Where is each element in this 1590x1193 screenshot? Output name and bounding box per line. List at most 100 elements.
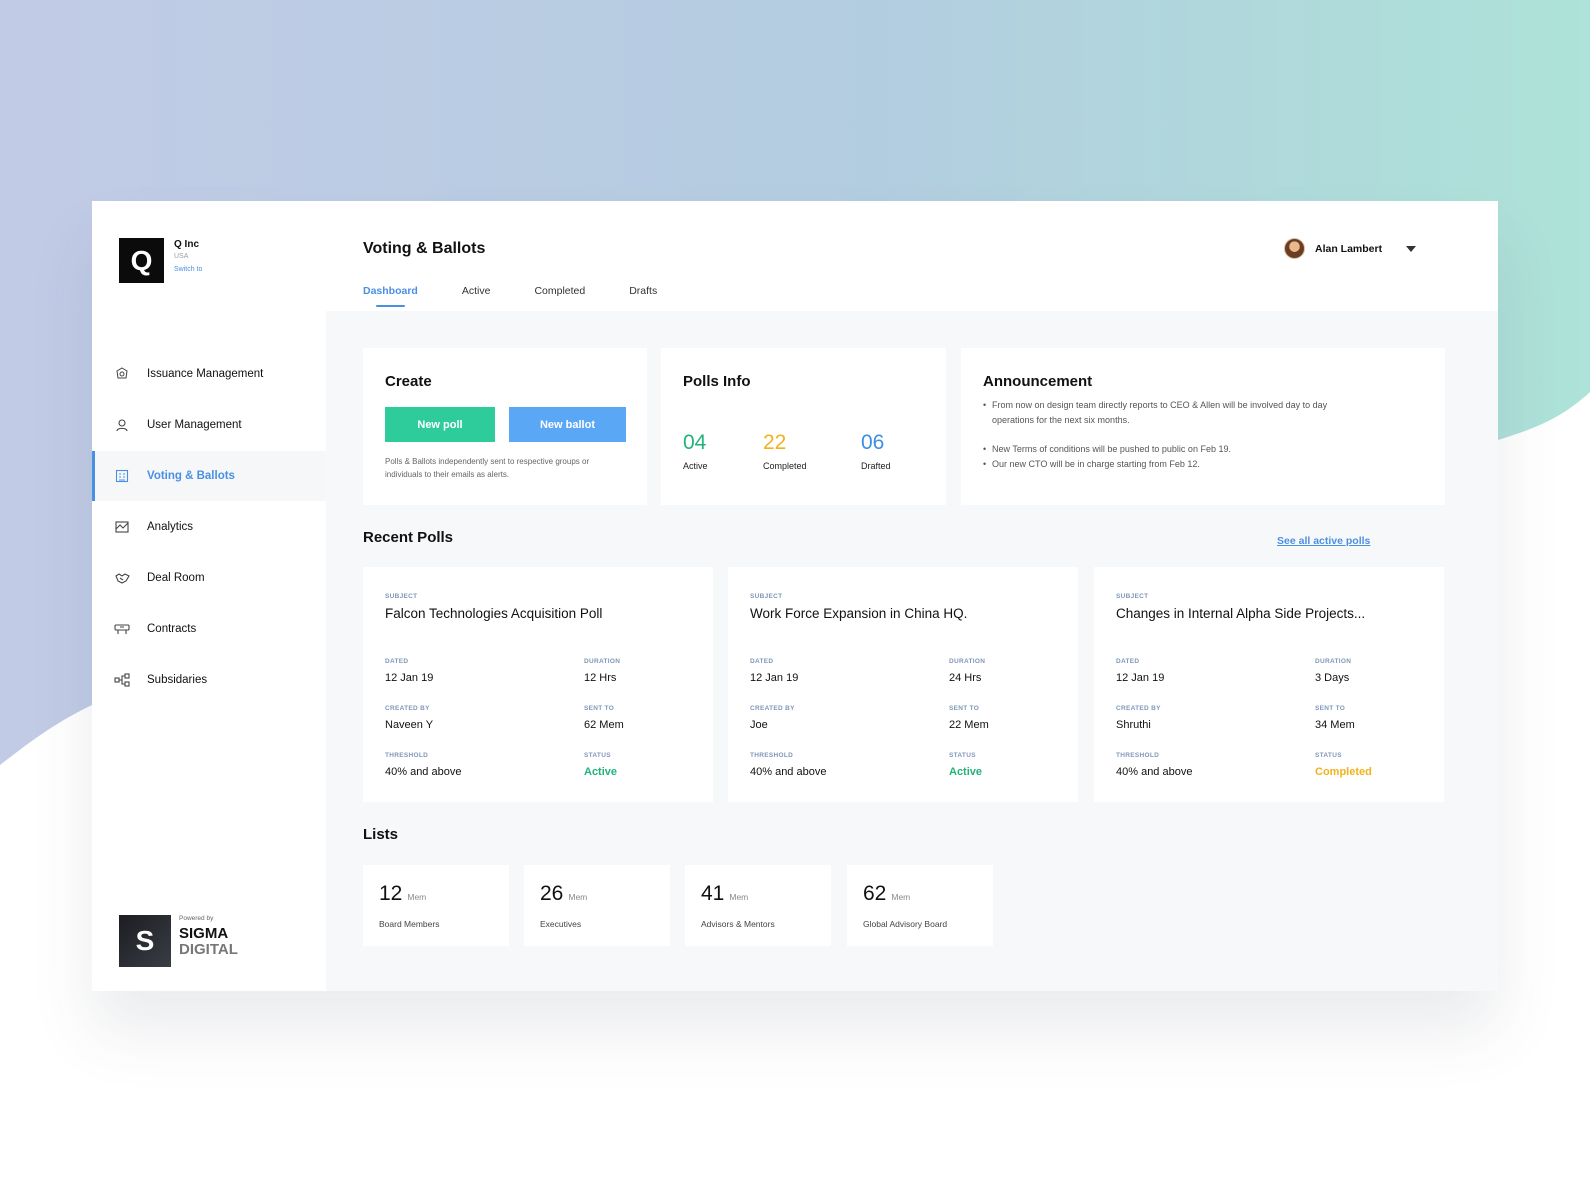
- org-switcher: Q Q Inc USA Switch to: [119, 238, 202, 283]
- stat-active: 04 Active: [683, 431, 708, 471]
- tab-completed[interactable]: Completed: [534, 285, 585, 307]
- announcement-item: New Terms of conditions will be pushed t…: [983, 442, 1343, 457]
- sidebar-item-label: Voting & Ballots: [147, 470, 235, 482]
- lists-title: Lists: [363, 826, 399, 843]
- poll-status: STATUS Completed: [1315, 752, 1372, 778]
- new-ballot-button[interactable]: New ballot: [509, 407, 626, 442]
- sidebar-item-deal-room[interactable]: Deal Room: [92, 553, 326, 603]
- sent-to-value: 62 Mem: [584, 719, 624, 731]
- sent-to-label: SENT TO: [1315, 705, 1346, 712]
- poll-dated: DATED 12 Jan 19: [1116, 658, 1164, 684]
- duration-value: 24 Hrs: [949, 672, 982, 684]
- poll-sent-to: SENT TO 34 Mem: [1315, 705, 1355, 731]
- list-label: Executives: [540, 919, 582, 929]
- poll-card[interactable]: SUBJECT Changes in Internal Alpha Side P…: [1094, 567, 1444, 802]
- list-card-board-members[interactable]: 12 Mem Board Members: [363, 865, 509, 946]
- sidebar-item-label: Deal Room: [147, 572, 205, 584]
- poll-status: STATUS Active: [584, 752, 617, 778]
- poll-threshold: THRESHOLD 40% and above: [385, 752, 461, 778]
- created-by-value: Shruthi: [1116, 719, 1151, 731]
- list-count: 41: [701, 882, 725, 905]
- list-card-executives[interactable]: 26 Mem Executives: [524, 865, 670, 946]
- polls-info-title: Polls Info: [683, 373, 751, 390]
- user-icon: [114, 417, 130, 433]
- sent-to-label: SENT TO: [949, 705, 980, 712]
- poll-subject: SUBJECT Work Force Expansion in China HQ…: [750, 593, 967, 621]
- created-by-label: CREATED BY: [385, 705, 430, 712]
- digital-wordmark: DIGITAL: [179, 941, 238, 958]
- user-menu[interactable]: Alan Lambert: [1284, 238, 1417, 259]
- announcement-item: Our new CTO will be in charge starting f…: [983, 457, 1343, 472]
- polls-info-card: Polls Info 04 Active 22 Completed 06 Dra…: [661, 348, 946, 505]
- poll-card[interactable]: SUBJECT Falcon Technologies Acquisition …: [363, 567, 713, 802]
- poll-status: STATUS Active: [949, 752, 982, 778]
- list-count: 12: [379, 882, 403, 905]
- subject-value: Falcon Technologies Acquisition Poll: [385, 606, 603, 621]
- hierarchy-icon: [114, 672, 130, 688]
- see-all-active-polls-link[interactable]: See all active polls: [1277, 535, 1370, 547]
- threshold-value: 40% and above: [385, 766, 462, 778]
- poll-sent-to: SENT TO 22 Mem: [949, 705, 989, 731]
- tab-drafts[interactable]: Drafts: [629, 285, 657, 307]
- created-by-value: Joe: [750, 719, 768, 731]
- sigma-wordmark: SIGMA: [179, 925, 229, 942]
- dated-label: DATED: [385, 658, 409, 665]
- top-bar: Voting & Ballots Alan Lambert Dashboard …: [326, 201, 1498, 311]
- status-badge: Active: [584, 766, 618, 778]
- status-label: STATUS: [949, 752, 976, 759]
- sent-to-value: 34 Mem: [1315, 719, 1355, 731]
- duration-value: 12 Hrs: [584, 672, 617, 684]
- poll-dated: DATED 12 Jan 19: [750, 658, 798, 684]
- dated-value: 12 Jan 19: [750, 672, 799, 684]
- sidebar-item-issuance-management[interactable]: Issuance Management: [92, 349, 326, 399]
- announcement-list: From now on design team directly reports…: [983, 398, 1343, 472]
- sidebar: Q Q Inc USA Switch to Issuance Managemen…: [92, 201, 326, 991]
- sidebar-item-user-management[interactable]: User Management: [92, 400, 326, 450]
- duration-label: DURATION: [949, 658, 986, 665]
- tab-dashboard[interactable]: Dashboard: [363, 285, 418, 307]
- coins-icon: [114, 366, 130, 382]
- new-poll-button[interactable]: New poll: [385, 407, 495, 442]
- threshold-value: 40% and above: [1116, 766, 1193, 778]
- sidebar-item-subsidaries[interactable]: Subsidaries: [92, 655, 326, 705]
- poll-duration: DURATION 3 Days: [1315, 658, 1351, 684]
- poll-card[interactable]: SUBJECT Work Force Expansion in China HQ…: [728, 567, 1078, 802]
- main-content: Voting & Ballots Alan Lambert Dashboard …: [326, 201, 1498, 991]
- list-count: 26: [540, 882, 564, 905]
- stat-active-label: Active: [683, 461, 708, 471]
- stat-drafted: 06 Drafted: [861, 431, 891, 471]
- dated-value: 12 Jan 19: [385, 672, 434, 684]
- sidebar-item-label: User Management: [147, 419, 242, 431]
- threshold-label: THRESHOLD: [1116, 752, 1160, 759]
- dated-label: DATED: [750, 658, 774, 665]
- poll-created-by: CREATED BY Joe: [750, 705, 795, 731]
- sidebar-item-label: Analytics: [147, 521, 194, 533]
- page-title: Voting & Ballots: [363, 240, 486, 257]
- list-count: 62: [863, 882, 887, 905]
- tab-active[interactable]: Active: [462, 285, 491, 307]
- status-label: STATUS: [1315, 752, 1342, 759]
- list-label: Board Members: [379, 919, 440, 929]
- subject-value: Changes in Internal Alpha Side Projects.…: [1116, 606, 1366, 621]
- announcement-card: Announcement From now on design team dir…: [961, 348, 1445, 505]
- chevron-down-icon[interactable]: [1406, 245, 1417, 252]
- stat-drafted-label: Drafted: [861, 461, 891, 471]
- subject-label: SUBJECT: [1116, 593, 1149, 600]
- poll-duration: DURATION 12 Hrs: [584, 658, 620, 684]
- poll-subject: SUBJECT Changes in Internal Alpha Side P…: [1116, 593, 1365, 621]
- announcement-item: From now on design team directly reports…: [983, 398, 1343, 428]
- list-unit: Mem: [891, 892, 911, 902]
- list-card-advisors-mentors[interactable]: 41 Mem Advisors & Mentors: [685, 865, 831, 946]
- switch-org-link[interactable]: Switch to: [174, 266, 202, 273]
- sidebar-item-voting-ballots[interactable]: Voting & Ballots: [92, 451, 326, 501]
- dated-label: DATED: [1116, 658, 1140, 665]
- list-label: Global Advisory Board: [863, 919, 948, 929]
- list-card-global-advisory-board[interactable]: 62 Mem Global Advisory Board: [847, 865, 993, 946]
- sidebar-item-analytics[interactable]: Analytics: [92, 502, 326, 552]
- status-badge: Completed: [1315, 766, 1372, 778]
- stat-completed-label: Completed: [763, 461, 807, 471]
- user-name: Alan Lambert: [1315, 242, 1383, 255]
- status-badge: Active: [949, 766, 983, 778]
- app-window: Q Q Inc USA Switch to Issuance Managemen…: [92, 201, 1498, 991]
- sidebar-item-contracts[interactable]: Contracts: [92, 604, 326, 654]
